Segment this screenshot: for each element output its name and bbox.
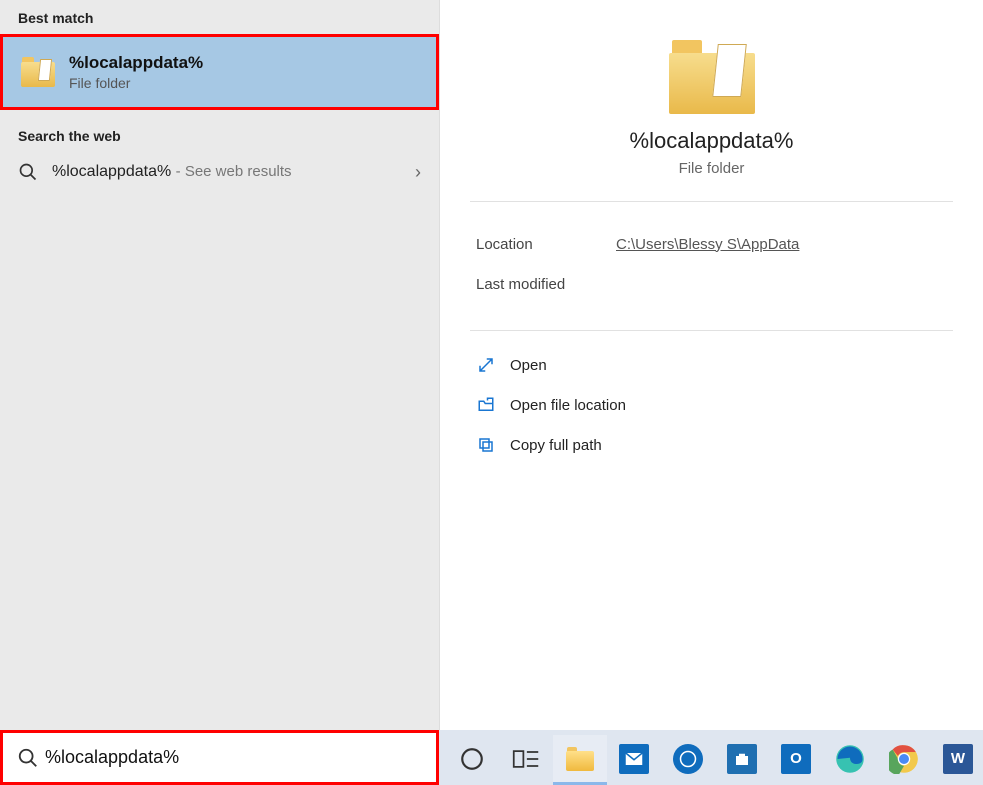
web-result-text: %localappdata% <box>52 163 171 180</box>
best-match-text: %localappdata% File folder <box>69 53 203 91</box>
open-icon <box>476 355 496 375</box>
dell-icon <box>673 744 703 774</box>
search-web-section-header: Search the web <box>0 118 439 148</box>
copy-icon <box>476 435 496 455</box>
taskbar-edge[interactable] <box>823 735 877 785</box>
detail-title: %localappdata% <box>630 128 794 154</box>
taskbar-dell-app[interactable] <box>661 735 715 785</box>
taskbar-search-box[interactable] <box>0 730 439 785</box>
open-location-icon <box>476 395 496 415</box>
web-result-hint: - See web results <box>176 163 292 180</box>
taskbar-cortana[interactable] <box>445 735 499 785</box>
taskbar-task-view[interactable] <box>499 735 553 785</box>
start-search-left-panel: Best match %localappdata% File folder Se… <box>0 0 439 730</box>
chevron-right-icon: › <box>415 162 421 183</box>
best-match-result[interactable]: %localappdata% File folder <box>0 34 439 110</box>
search-icon <box>18 162 38 182</box>
open-file-location-action[interactable]: Open file location <box>466 385 957 425</box>
detail-properties: Location C:\Users\Blessy S\AppData Last … <box>440 202 983 330</box>
copy-full-path-action[interactable]: Copy full path <box>466 425 957 465</box>
folder-icon <box>21 57 55 87</box>
location-label: Location <box>476 236 616 253</box>
start-search-detail-panel: %localappdata% File folder Location C:\U… <box>439 0 983 730</box>
open-action[interactable]: Open <box>466 345 957 385</box>
location-value-link[interactable]: C:\Users\Blessy S\AppData <box>616 236 799 253</box>
file-explorer-icon <box>566 747 594 771</box>
edge-icon <box>835 744 865 774</box>
taskbar-word[interactable]: W <box>931 735 983 785</box>
search-input[interactable] <box>45 747 422 768</box>
best-match-title: %localappdata% <box>69 53 203 73</box>
taskbar-file-explorer[interactable] <box>553 735 607 785</box>
chrome-icon <box>889 744 919 774</box>
detail-subtitle: File folder <box>679 160 745 177</box>
word-icon: W <box>943 744 973 774</box>
copy-path-label: Copy full path <box>510 437 602 454</box>
outlook-icon: O <box>781 744 811 774</box>
taskbar-outlook[interactable]: O <box>769 735 823 785</box>
task-view-icon <box>512 747 540 771</box>
open-location-label: Open file location <box>510 397 626 414</box>
detail-actions: Open Open file location Copy full path <box>440 331 983 479</box>
open-label: Open <box>510 357 547 374</box>
last-modified-label: Last modified <box>476 276 616 293</box>
cortana-icon <box>459 746 485 772</box>
taskbar-icons: O W <box>445 730 983 785</box>
search-web-result[interactable]: %localappdata% - See web results › <box>0 148 439 196</box>
mail-icon <box>619 744 649 774</box>
detail-preview: %localappdata% File folder <box>440 0 983 201</box>
best-match-section-header: Best match <box>0 0 439 30</box>
taskbar-mail[interactable] <box>607 735 661 785</box>
best-match-subtitle: File folder <box>69 75 203 91</box>
search-icon <box>17 747 39 769</box>
taskbar-chrome[interactable] <box>877 735 931 785</box>
taskbar-store[interactable] <box>715 735 769 785</box>
folder-icon <box>669 40 755 114</box>
store-icon <box>727 744 757 774</box>
